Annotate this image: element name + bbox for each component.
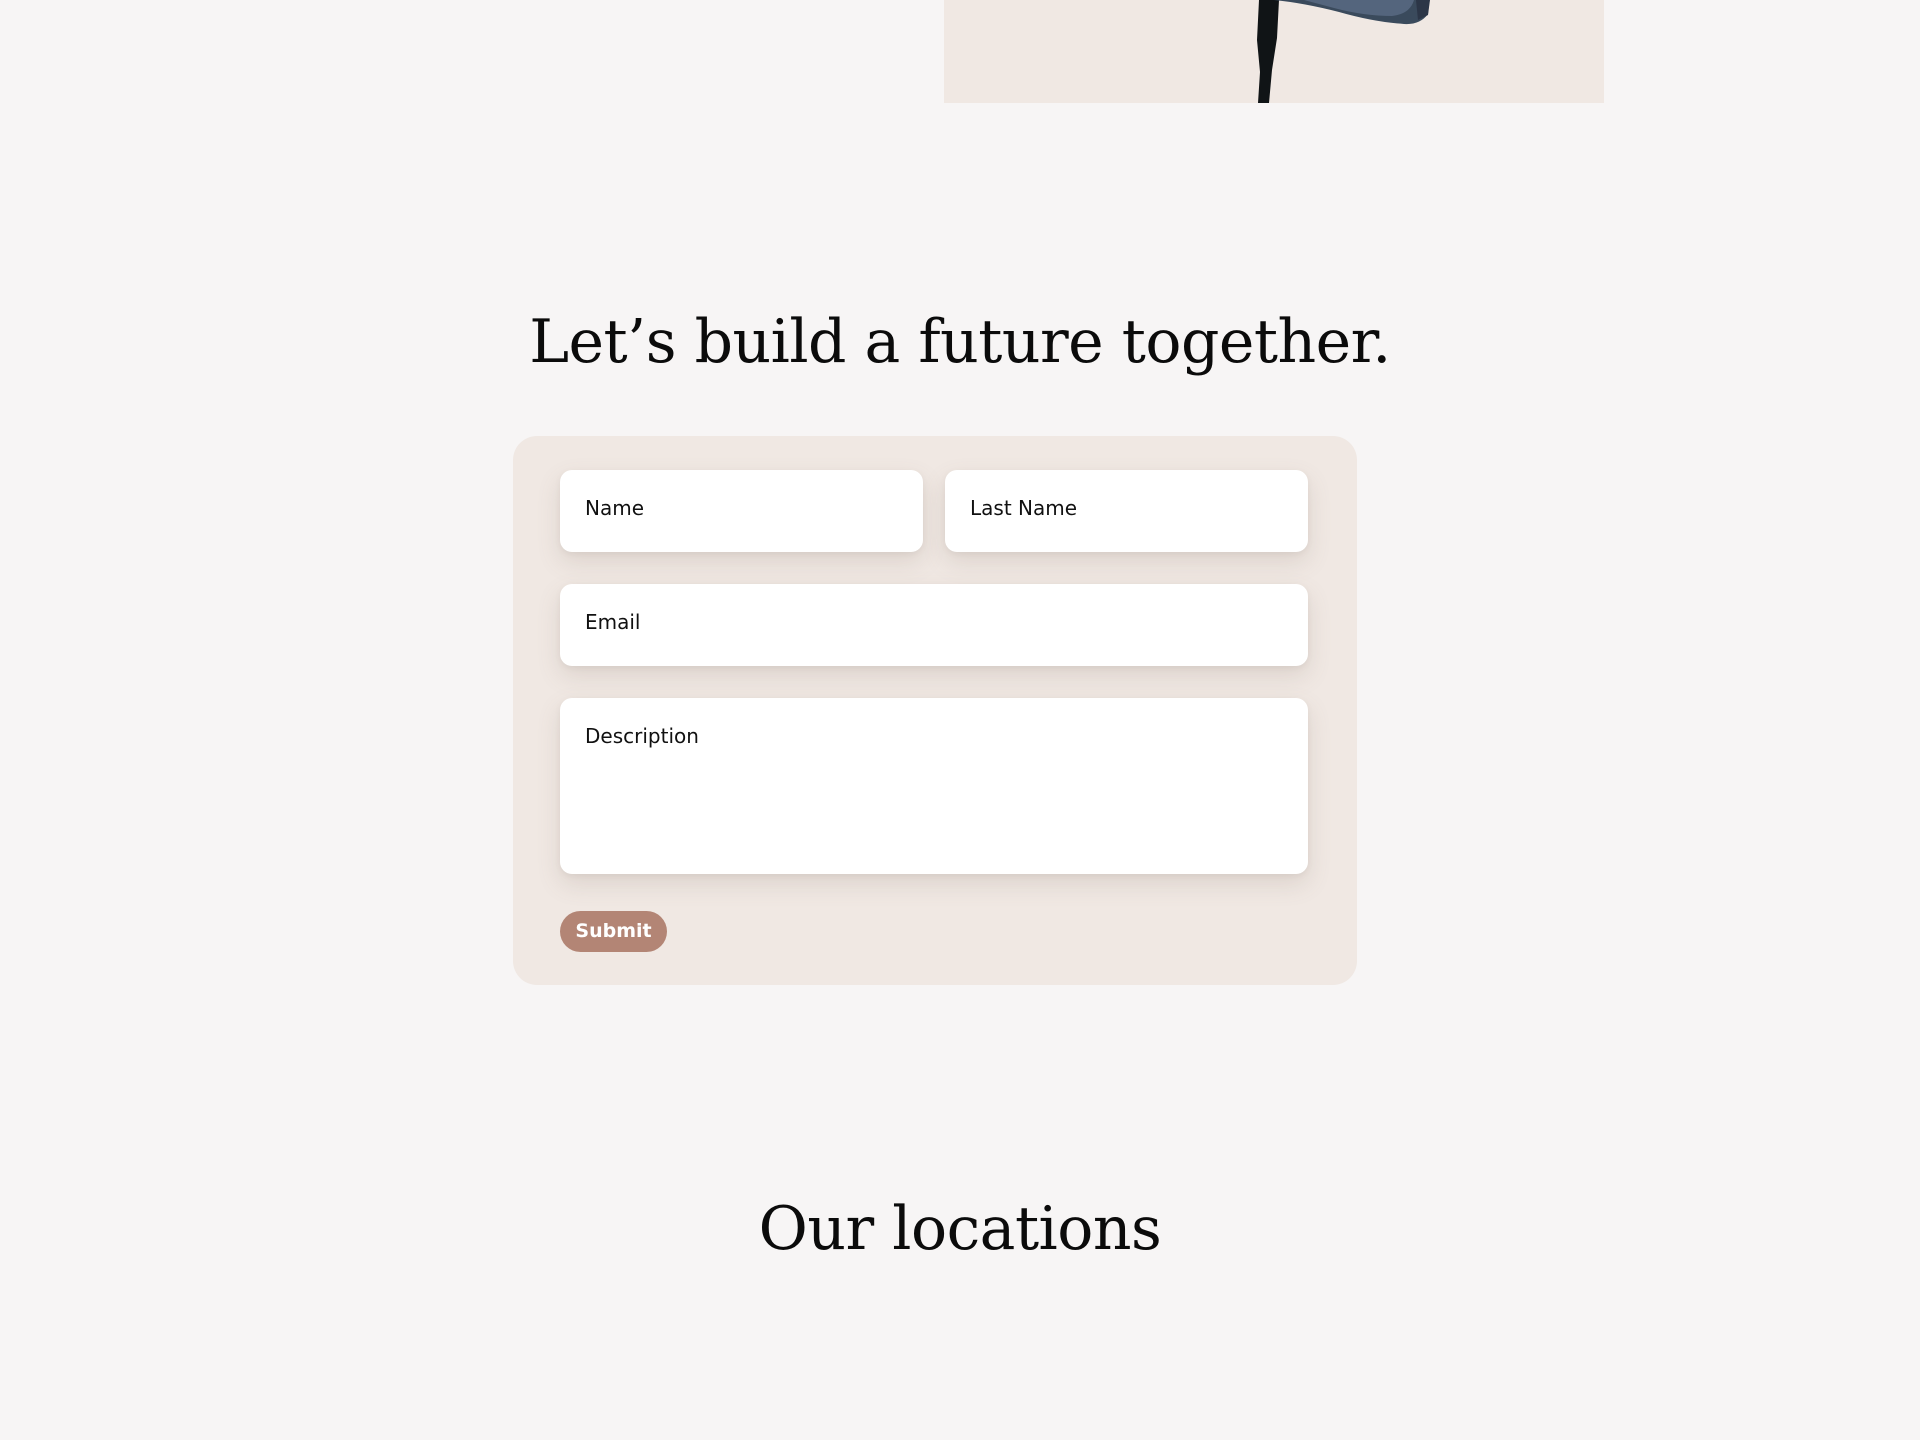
name-field-placeholder: Name	[585, 496, 645, 520]
person-illustration	[944, 0, 1604, 103]
last-name-field[interactable]: Last Name	[945, 470, 1308, 552]
contact-form: Name Last Name Email Description Submit	[513, 436, 1357, 985]
last-name-field-placeholder: Last Name	[970, 496, 1078, 520]
email-field[interactable]: Email	[560, 584, 1308, 666]
submit-button[interactable]: Submit	[560, 911, 667, 952]
locations-heading: Our locations	[758, 1194, 1162, 1264]
email-field-placeholder: Email	[585, 610, 641, 634]
name-field[interactable]: Name	[560, 470, 923, 552]
description-field[interactable]: Description	[560, 698, 1308, 874]
description-field-placeholder: Description	[585, 724, 699, 748]
hero-image	[944, 0, 1604, 103]
contact-heading: Let’s build a future together.	[529, 307, 1391, 377]
